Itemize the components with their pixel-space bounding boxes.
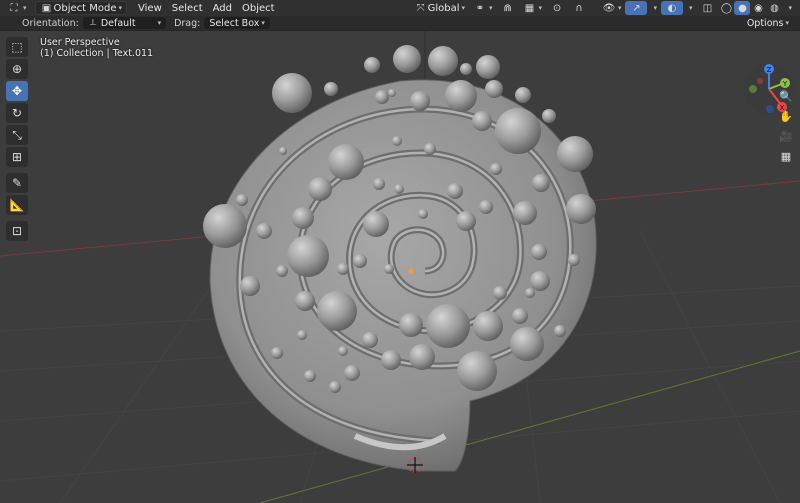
pivot-icon: ⚭: [475, 2, 485, 14]
mode-label: Object Mode: [53, 2, 117, 14]
tool-scale[interactable]: ⤡: [6, 125, 28, 145]
chevron-down-icon: ▾: [157, 19, 162, 27]
xray-toggle[interactable]: ◫: [696, 1, 718, 15]
chevron-down-icon: ▾: [538, 4, 543, 12]
chevron-down-icon: ▾: [688, 4, 693, 12]
camera-icon: 🎥: [779, 129, 793, 143]
chevron-down-icon: ▾: [461, 4, 465, 12]
falloff-dropdown[interactable]: ∩: [568, 1, 590, 15]
drag-label: Drag:: [174, 17, 201, 29]
gizmo-toggle[interactable]: ↗: [625, 1, 648, 15]
camera-view-button[interactable]: 🎥: [776, 127, 796, 145]
wireframe-shading-icon: ◯: [720, 2, 733, 14]
drag-value: Select Box: [209, 17, 260, 29]
menu-view[interactable]: View: [133, 1, 167, 15]
right-navigation: 🔍 ✋ 🎥 ▦: [776, 87, 796, 167]
rendered-shading-icon: ◍: [770, 2, 779, 14]
ortho-toggle-button[interactable]: ▦: [776, 147, 796, 165]
pivot-dropdown[interactable]: ⚭ ▾: [469, 1, 497, 15]
solid-shading-icon: ●: [738, 2, 747, 14]
annotate-icon: ✎: [11, 176, 23, 190]
move-icon: ✥: [11, 84, 23, 98]
snap-toggle[interactable]: ⋒: [497, 1, 519, 15]
chevron-down-icon: ▾: [617, 4, 622, 12]
zoom-icon: 🔍: [779, 89, 793, 103]
options-label: Options: [746, 17, 784, 29]
chevron-down-icon: ▾: [785, 19, 789, 27]
menu-object[interactable]: Object: [237, 1, 280, 15]
overlays-icon: ◐: [667, 2, 677, 14]
tool-annotate[interactable]: ✎: [6, 173, 28, 193]
transform-orientation-label: Global: [427, 2, 460, 14]
eye-visibility-icon: 👁: [602, 2, 616, 14]
orientation-label: Orientation:: [22, 17, 79, 29]
mode-dropdown[interactable]: ▣ Object Mode ▾: [34, 1, 128, 15]
tool-settings-bar: Orientation: ⟂ Default ▾ Drag: Select Bo…: [0, 16, 800, 31]
orientation-dropdown[interactable]: ⟂ Default ▾: [82, 17, 167, 29]
tool-measure[interactable]: 📐: [6, 195, 28, 215]
shading-dropdown[interactable]: ▾: [782, 1, 796, 15]
chevron-down-icon: ▾: [653, 4, 657, 12]
chevron-down-icon: ▾: [261, 19, 265, 27]
viewport-header: ⛶ ▾ ▣ Object Mode ▾ View Select Add Objec…: [0, 0, 800, 16]
chevron-down-icon: ▾: [118, 4, 123, 12]
transform-icon: ⊞: [11, 150, 23, 164]
chevron-down-icon: ▾: [23, 4, 27, 12]
object-origin: [408, 268, 414, 274]
shading-material[interactable]: ◉: [750, 1, 766, 15]
editor-type-button[interactable]: ⛶ ▾: [3, 1, 31, 15]
viewport-canvas: Z Y X: [0, 31, 800, 503]
drag-dropdown[interactable]: Select Box ▾: [204, 17, 270, 29]
cursor-icon: ⊕: [11, 62, 23, 76]
shading-solid[interactable]: ●: [734, 1, 751, 15]
overlays-toggle[interactable]: ◐: [660, 1, 683, 15]
material-shading-icon: ◉: [754, 2, 763, 14]
pan-hand-icon: ✋: [779, 109, 793, 123]
scale-icon: ⤡: [12, 127, 22, 142]
tool-transform[interactable]: ⊞: [6, 147, 28, 167]
gizmo-dropdown[interactable]: ▾: [647, 1, 661, 15]
shading-wireframe[interactable]: ◯: [718, 1, 734, 15]
overlays-dropdown[interactable]: ▾: [683, 1, 697, 15]
snap-grid-icon: ▦: [524, 2, 535, 14]
perspective-label: User Perspective: [40, 37, 120, 48]
add-cube-icon: ⊡: [11, 224, 23, 238]
pan-button[interactable]: ✋: [776, 107, 796, 125]
left-toolbar: ⬚ ⊕ ✥ ↻ ⤡ ⊞ ✎ 📐 ⊡: [6, 37, 28, 243]
tool-select-box[interactable]: ⬚: [6, 37, 28, 57]
tool-cursor[interactable]: ⊕: [6, 59, 28, 79]
tool-move[interactable]: ✥: [6, 81, 28, 101]
zoom-button[interactable]: 🔍: [776, 87, 796, 105]
menu-add[interactable]: Add: [208, 1, 237, 15]
magnet-icon: ⋒: [503, 2, 512, 14]
snap-target-dropdown[interactable]: ▦ ▾: [519, 1, 547, 15]
tool-add-cube[interactable]: ⊡: [6, 221, 28, 241]
tool-rotate[interactable]: ↻: [6, 103, 28, 123]
options-dropdown[interactable]: Options ▾: [742, 17, 794, 29]
falloff-curve-icon: ∩: [575, 2, 583, 14]
chevron-down-icon: ▾: [489, 4, 493, 12]
measure-icon: 📐: [9, 198, 25, 212]
3d-viewport[interactable]: Z Y X User Perspective (1) Collection | …: [0, 31, 800, 503]
select-box-icon: ⬚: [11, 40, 23, 54]
gizmo-icon: ↗: [632, 2, 641, 14]
collection-label: (1) Collection | Text.011: [40, 48, 154, 59]
orientation-axes-icon: ⟂: [89, 18, 96, 28]
object-mode-icon: ▣: [41, 2, 52, 14]
orientation-icon: ⤧: [416, 2, 425, 14]
shading-rendered[interactable]: ◍: [766, 1, 782, 15]
orientation-value: Default: [100, 17, 136, 29]
proportional-edit-toggle[interactable]: ⊙: [546, 1, 568, 15]
visibility-dropdown[interactable]: 👁 ▾: [598, 1, 626, 15]
xray-icon: ◫: [702, 2, 713, 14]
gizmo-z-label: Z: [767, 66, 772, 74]
view3d-icon: ⛶: [10, 2, 18, 14]
menu-select[interactable]: Select: [167, 1, 208, 15]
proportional-edit-icon: ⊙: [552, 2, 562, 14]
transform-orientation-dropdown[interactable]: ⤧ Global ▾: [410, 1, 469, 15]
grid-view-icon: ▦: [780, 149, 792, 163]
rotate-icon: ↻: [11, 106, 23, 120]
chevron-down-icon: ▾: [788, 4, 792, 12]
